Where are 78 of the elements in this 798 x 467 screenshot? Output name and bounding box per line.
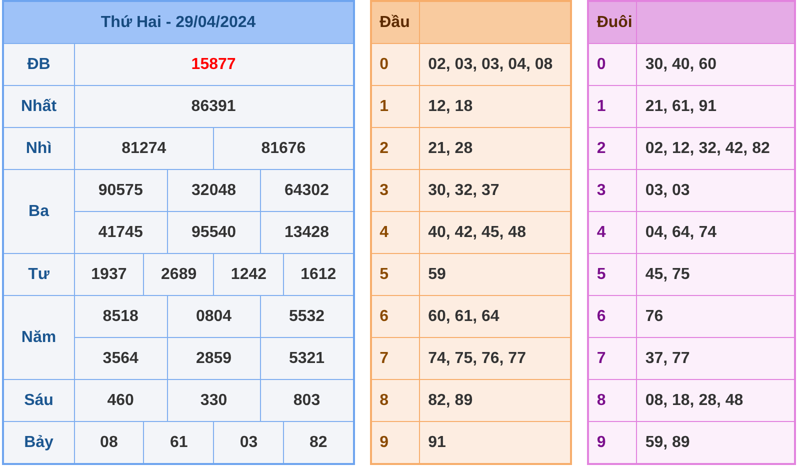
- digit-cell: 6: [588, 296, 637, 338]
- table-cell: 81274: [74, 128, 214, 170]
- digit-cell: 3: [370, 170, 420, 212]
- table-cell: 02, 12, 32, 42, 82: [636, 128, 795, 170]
- prize-label: Nhất: [3, 86, 74, 128]
- table-cell: 803: [260, 380, 354, 422]
- table-cell: 86391: [74, 86, 354, 128]
- table-cell: 13428: [260, 212, 354, 254]
- table-cell: 30, 32, 37: [420, 170, 571, 212]
- table-cell: 03: [214, 422, 284, 464]
- table-cell: 5321: [260, 338, 354, 380]
- table-cell: 1612: [284, 254, 354, 296]
- prize-label: Năm: [3, 296, 74, 380]
- prize-label: Ba: [3, 170, 74, 254]
- table-cell: 21, 28: [420, 128, 571, 170]
- table-cell: 95540: [167, 212, 260, 254]
- table-cell: 330: [167, 380, 260, 422]
- digit-cell: 7: [370, 338, 420, 380]
- table-cell: 08, 18, 28, 48: [636, 380, 795, 422]
- table-cell: 03, 03: [636, 170, 795, 212]
- prize-label: Sáu: [3, 380, 74, 422]
- digit-cell: 4: [370, 212, 420, 254]
- table-cell: 61: [144, 422, 214, 464]
- digit-cell: 6: [370, 296, 420, 338]
- table-cell: 8518: [74, 296, 168, 338]
- table-cell: 90575: [74, 170, 168, 212]
- table-cell: 02, 03, 03, 04, 08: [420, 44, 571, 86]
- digit-cell: 0: [588, 44, 637, 86]
- prize-label: Nhì: [3, 128, 74, 170]
- table-title: Thứ Hai - 29/04/2024: [3, 1, 354, 44]
- prize-label: ĐB: [3, 44, 74, 86]
- table-cell: 60, 61, 64: [420, 296, 571, 338]
- table-cell: 74, 75, 76, 77: [420, 338, 571, 380]
- digit-cell: 2: [588, 128, 637, 170]
- table-cell: 91: [420, 422, 571, 464]
- digit-cell: 8: [588, 380, 637, 422]
- table-cell: 45, 75: [636, 254, 795, 296]
- table-cell: 37, 77: [636, 338, 795, 380]
- table-cell: 81676: [214, 128, 354, 170]
- table-cell: 1937: [74, 254, 144, 296]
- table-cell: 0804: [167, 296, 260, 338]
- table-cell: 82: [284, 422, 354, 464]
- table-cell: 40, 42, 45, 48: [420, 212, 571, 254]
- table-cell: 12, 18: [420, 86, 571, 128]
- table-cell: 76: [636, 296, 795, 338]
- table-cell: 15877: [74, 44, 354, 86]
- table-cell: 04, 64, 74: [636, 212, 795, 254]
- prize-label: Tư: [3, 254, 74, 296]
- table-cell: 41745: [74, 212, 168, 254]
- table-cell: 30, 40, 60: [636, 44, 795, 86]
- table-cell: 32048: [167, 170, 260, 212]
- digit-cell: 8: [370, 380, 420, 422]
- table-header: Đầu: [370, 1, 420, 44]
- table-header: Đuôi: [588, 1, 637, 44]
- digit-cell: 5: [588, 254, 637, 296]
- table-cell: 3564: [74, 338, 168, 380]
- table-cell: 82, 89: [420, 380, 571, 422]
- table-cell: 5532: [260, 296, 354, 338]
- table-cell: 21, 61, 91: [636, 86, 795, 128]
- table-cell: 2689: [144, 254, 214, 296]
- digit-cell: 1: [370, 86, 420, 128]
- table-cell: 59, 89: [636, 422, 795, 464]
- digit-cell: 9: [370, 422, 420, 464]
- table-cell: 59: [420, 254, 571, 296]
- digit-cell: 1: [588, 86, 637, 128]
- digit-cell: 0: [370, 44, 420, 86]
- table-cell: 460: [74, 380, 168, 422]
- digit-cell: 5: [370, 254, 420, 296]
- table-cell: 2859: [167, 338, 260, 380]
- digit-cell: 3: [588, 170, 637, 212]
- digit-cell: 9: [588, 422, 637, 464]
- table-cell: 64302: [260, 170, 354, 212]
- table-cell: 08: [74, 422, 144, 464]
- table-cell: 1242: [214, 254, 284, 296]
- digit-cell: 2: [370, 128, 420, 170]
- digit-cell: 4: [588, 212, 637, 254]
- digit-cell: 7: [588, 338, 637, 380]
- prize-label: Bảy: [3, 422, 74, 464]
